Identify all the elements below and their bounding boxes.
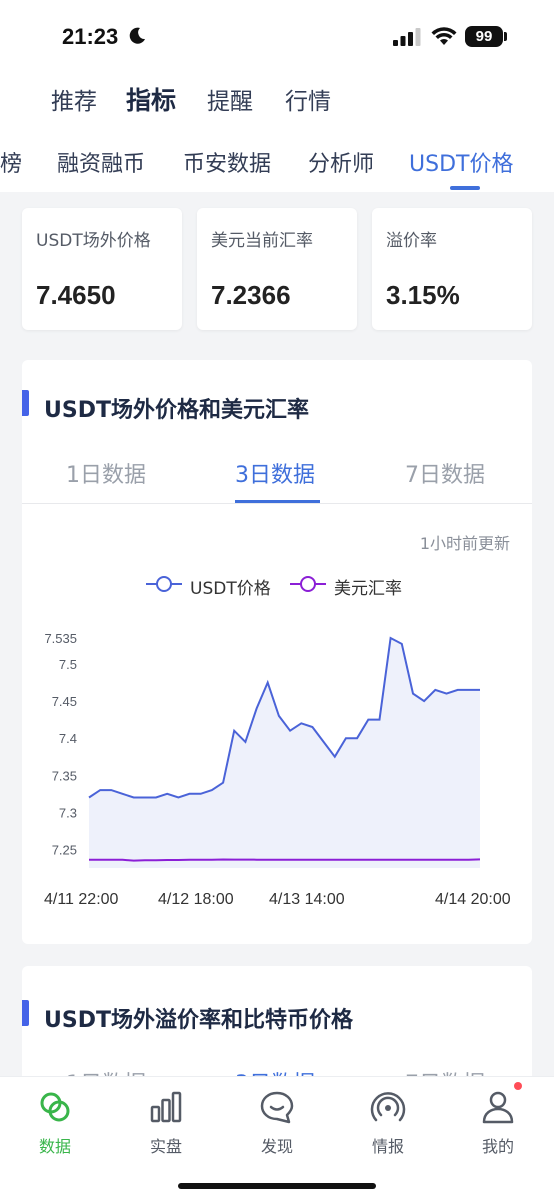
signal-icon <box>393 28 421 46</box>
main-nav: 推荐 指标 提醒 行情 <box>0 82 554 118</box>
bar-chart-icon <box>150 1091 182 1123</box>
main-nav-alerts[interactable]: 提醒 <box>207 82 253 116</box>
moon-icon <box>129 27 145 44</box>
main-nav-indicators[interactable]: 指标 <box>126 81 176 117</box>
sub-nav-ranking[interactable]: 榜 <box>0 146 22 178</box>
tab-label: 我的 <box>481 1137 514 1156</box>
stat-value: 7.2366 <box>211 280 291 310</box>
main-nav-recommend[interactable]: 推荐 <box>51 82 97 116</box>
user-icon <box>482 1091 514 1124</box>
sub-nav-analyst[interactable]: 分析师 <box>308 146 374 178</box>
wifi-icon <box>431 27 457 45</box>
panel-title: USDT场外溢价率和比特币价格 <box>44 1008 353 1033</box>
panel-title-accent <box>22 1000 29 1026</box>
y-tick-label: 7.35 <box>52 768 77 783</box>
stat-value: 3.15% <box>386 280 460 310</box>
stat-label: USDT场外价格 <box>36 231 151 251</box>
tab-discover[interactable]: 发现 <box>237 1077 317 1167</box>
tab-label: 发现 <box>260 1137 293 1156</box>
status-time: 21:23 <box>62 24 119 49</box>
tab-label: 实盘 <box>149 1137 182 1156</box>
chart-panel-usdt-usd: USDT场外价格和美元汇率 1日数据 3日数据 7日数据 1小时前更新 USDT… <box>22 360 532 944</box>
tab-data[interactable]: 数据 <box>15 1077 95 1167</box>
broadcast-icon <box>370 1092 406 1122</box>
x-tick-label: 4/12 18:00 <box>158 891 234 908</box>
data-rings-icon <box>40 1092 70 1122</box>
usdt-area <box>89 638 480 868</box>
x-tick-label: 4/11 22:00 <box>44 891 119 908</box>
y-tick-label: 7.5 <box>59 657 77 672</box>
tab-label: 情报 <box>371 1137 404 1156</box>
stat-value: 7.4650 <box>36 280 116 310</box>
y-tick-label: 7.535 <box>44 631 77 646</box>
tab-intel[interactable]: 情报 <box>348 1077 428 1167</box>
usd-rate-line <box>89 858 481 862</box>
stat-label: 溢价率 <box>386 231 437 251</box>
sub-nav-active-indicator <box>450 186 480 190</box>
y-tick-label: 7.3 <box>59 805 77 820</box>
chat-bubble-icon <box>260 1091 294 1124</box>
tab-label: 数据 <box>38 1137 71 1156</box>
stat-label: 美元当前汇率 <box>211 231 313 251</box>
battery-icon: 99 <box>465 26 503 47</box>
sub-nav-binance-data[interactable]: 币安数据 <box>183 146 271 178</box>
stat-card-usd-rate: 美元当前汇率 7.2366 <box>197 208 357 330</box>
tab-profile[interactable]: 我的 <box>458 1077 538 1167</box>
sub-nav: 榜 融资融币 币安数据 分析师 USDT价格 <box>0 142 554 192</box>
x-tick-label: 4/13 14:00 <box>269 891 345 908</box>
sub-nav-margin[interactable]: 融资融币 <box>57 146 145 178</box>
x-tick-label: 4/14 20:00 <box>435 891 511 908</box>
battery-tip <box>504 32 507 41</box>
home-indicator <box>178 1183 376 1189</box>
y-tick-label: 7.4 <box>59 731 77 746</box>
notification-dot <box>514 1082 522 1090</box>
sub-nav-usdt-price[interactable]: USDT价格 <box>409 146 513 178</box>
tab-live[interactable]: 实盘 <box>126 1077 206 1167</box>
stat-card-usdt-otc: USDT场外价格 7.4650 <box>22 208 182 330</box>
main-nav-market[interactable]: 行情 <box>285 82 331 116</box>
y-tick-label: 7.25 <box>52 842 77 857</box>
y-tick-label: 7.45 <box>52 694 77 709</box>
price-line-chart[interactable]: 7.535 7.5 7.45 7.4 7.35 7.3 7.25 4/11 22:00 4/12… <box>22 360 532 944</box>
stat-card-premium: 溢价率 3.15% <box>372 208 532 330</box>
status-bar: 21:23 99 <box>0 0 554 70</box>
